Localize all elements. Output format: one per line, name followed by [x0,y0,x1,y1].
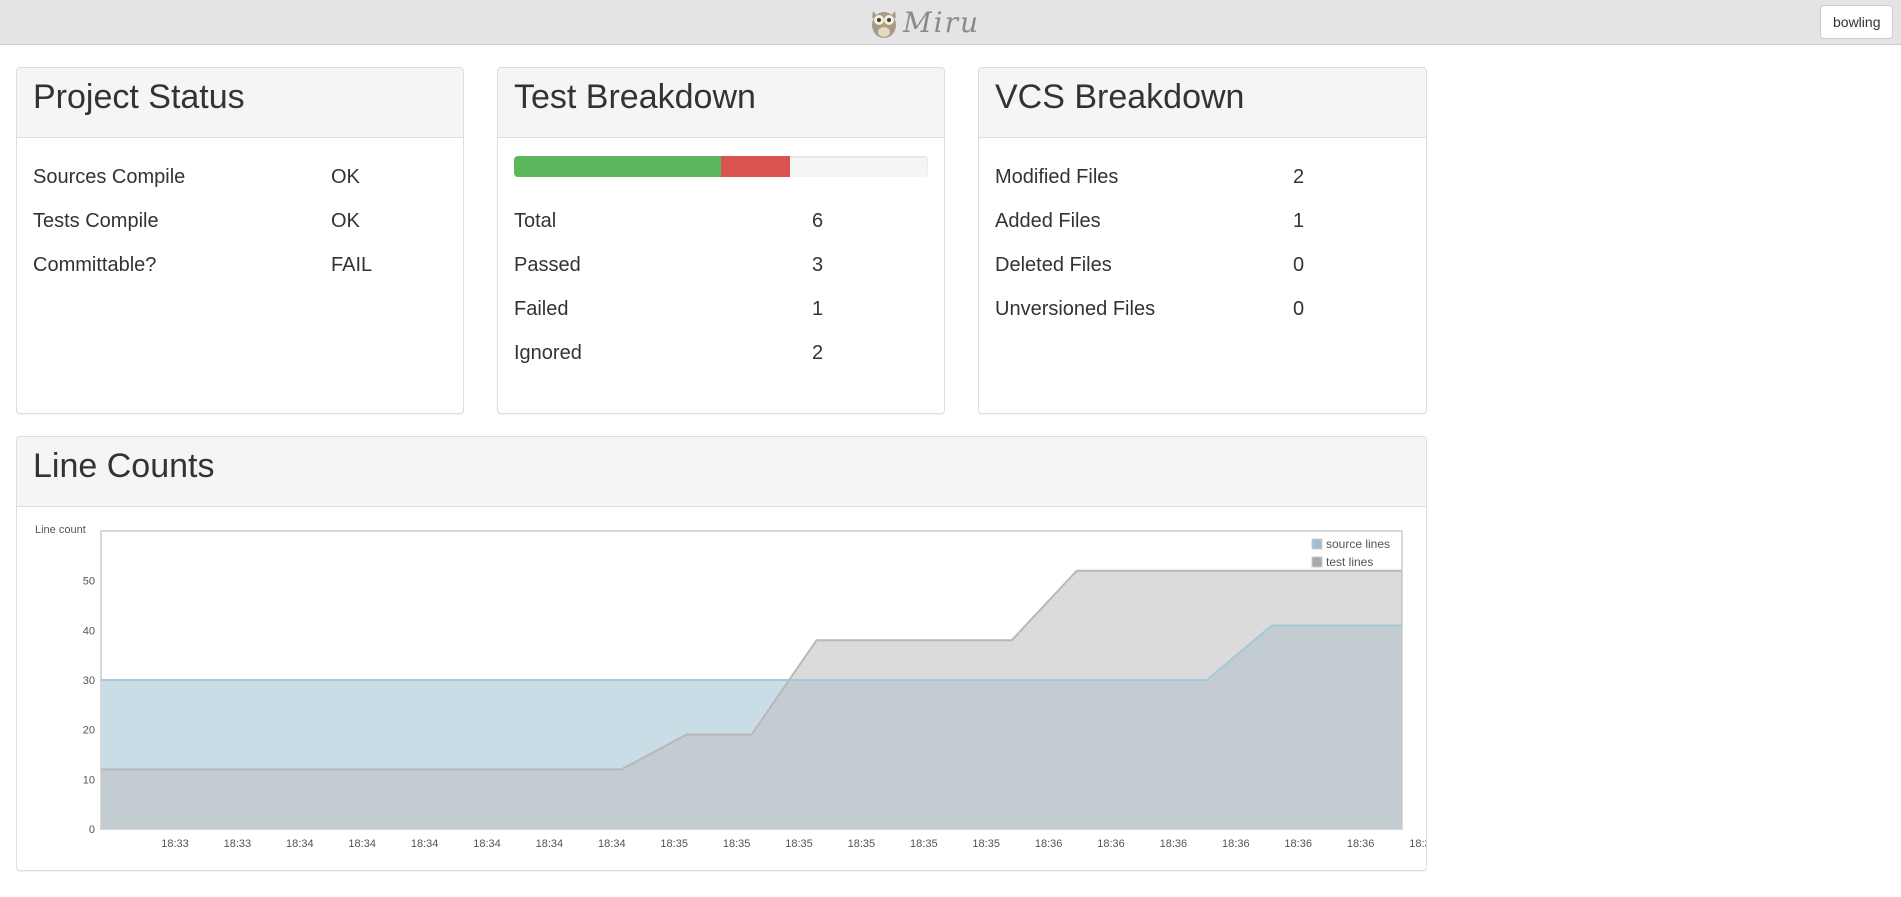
x-tick-label: 18:35 [972,838,1000,850]
test-value: 1 [812,298,824,320]
vcs-label: Unversioned Files [995,298,1156,320]
line-count-chart: 0 10 20 30 40 50 Line count 18:33 18:33 18:34 18:3… [35,524,1426,850]
x-tick-label: 18:36 [1222,838,1250,850]
legend-label: source lines [1326,537,1390,551]
status-value: OK [331,166,360,188]
vcs-value: 0 [1293,298,1305,320]
test-label: Ignored [514,342,582,364]
top-navbar: Miru bowling [0,0,1901,45]
test-label: Failed [514,298,569,320]
x-tick-label: 18:34 [348,838,376,850]
test-value: 6 [812,210,824,232]
vcs-breakdown-panel: VCS Breakdown Modified Files 2 Added Fil… [978,67,1427,414]
y-tick-label: 0 [89,824,95,836]
panel-title: Test Breakdown [514,78,756,116]
x-tick-label: 18:34 [473,838,501,850]
y-tick-label: 50 [83,576,95,588]
legend-swatch [1311,556,1323,568]
progress-bar-failed [721,156,790,177]
x-tick-label: 18:34 [286,838,314,850]
status-value: OK [331,210,360,232]
panel-heading: VCS Breakdown [979,68,1426,138]
y-tick-label: 40 [83,625,95,637]
x-tick-label: 18:34 [598,838,626,850]
y-tick-label: 10 [83,774,95,786]
legend-label: test lines [1326,555,1373,569]
x-tick-label: 18:36 [1160,838,1188,850]
vcs-label: Deleted Files [995,254,1112,276]
progress-bar-passed [514,156,721,177]
x-tick-label: 18:33 [161,838,189,850]
vcs-value: 0 [1293,254,1305,276]
owl-icon [872,11,896,38]
x-tick-label: 18:35 [660,838,688,850]
test-value: 3 [812,254,824,276]
test-label: Passed [514,254,581,276]
vcs-label: Modified Files [995,166,1119,188]
panel-title: VCS Breakdown [995,78,1245,116]
vcs-value: 2 [1293,166,1305,188]
panel-title: Line Counts [33,447,215,485]
x-tick-label: 18:37 [1409,838,1426,850]
panel-title: Project Status [33,78,245,116]
line-counts-panel: Line Counts 0 10 20 30 40 50 Line count 18:33 18… [16,436,1427,871]
status-value: FAIL [331,254,373,276]
app-logo[interactable]: Miru [869,3,980,41]
x-tick-label: 18:34 [411,838,439,850]
x-tick-label: 18:36 [1347,838,1375,850]
status-label: Sources Compile [33,166,186,188]
vcs-label: Added Files [995,210,1101,232]
x-tick-label: 18:36 [1035,838,1063,850]
x-tick-label: 18:35 [910,838,938,850]
x-tick-label: 18:36 [1284,838,1312,850]
project-status-panel: Project Status Sources Compile OK Tests … [16,67,464,414]
logo-text: Miru [903,5,981,39]
test-value: 2 [812,342,824,364]
legend-swatch [1311,538,1323,550]
y-axis-label: Line count [35,524,86,536]
project-selector-button[interactable]: bowling [1820,5,1894,39]
panel-heading: Test Breakdown [498,68,944,138]
status-label: Tests Compile [33,210,159,232]
x-tick-label: 18:33 [224,838,252,850]
x-tick-label: 18:35 [785,838,813,850]
y-tick-label: 20 [83,725,95,737]
status-label: Committable? [33,254,157,276]
vcs-value: 1 [1293,210,1305,232]
x-tick-label: 18:35 [848,838,876,850]
y-tick-label: 30 [83,675,95,687]
x-tick-label: 18:35 [723,838,751,850]
test-breakdown-panel: Test Breakdown Total 6 Passed 3 Failed 1… [497,67,945,414]
panel-heading: Project Status [17,68,463,138]
test-progress-bar [514,156,928,177]
test-label: Total [514,210,557,232]
x-tick-label: 18:34 [536,838,564,850]
x-tick-label: 18:36 [1097,838,1125,850]
panel-heading: Line Counts [17,437,1426,507]
